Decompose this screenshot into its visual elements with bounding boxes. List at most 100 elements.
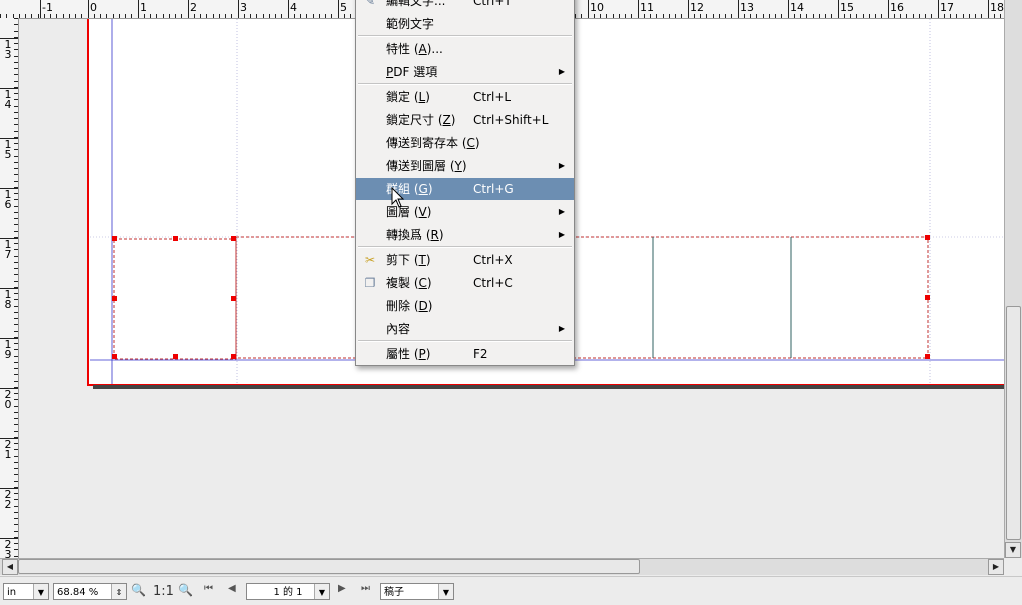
ruler-minor-tick	[944, 14, 945, 18]
ruler-minor-tick	[906, 14, 907, 18]
ruler-label: 15	[840, 1, 854, 14]
zoom-in-icon[interactable]: 🔍	[178, 583, 193, 597]
ruler-minor-tick	[150, 14, 151, 18]
ruler-minor-tick	[14, 212, 18, 213]
ruler-minor-tick	[919, 14, 920, 18]
ruler-label: 13	[740, 1, 754, 14]
ruler-minor-tick	[675, 14, 676, 18]
previous-page-icon[interactable]: ◀	[228, 583, 236, 594]
menu-item-label: 屬性 (P)	[386, 347, 431, 361]
submenu-arrow-icon: ▶	[558, 230, 565, 239]
ruler-minor-tick	[14, 174, 18, 175]
menu-item-label: 鎖定尺寸 (Z)	[386, 113, 456, 127]
menu-item-label: 傳送到寄存本 (C)	[386, 136, 480, 150]
menu-item[interactable]: 屬性 (P) F2	[356, 343, 574, 365]
status-bar: in ▼ 68.84 % ⇕ 🔍 1:1 🔍 ⏮ ◀ 1 的 1 ▼ ▶ ⏭ 稿…	[0, 576, 1022, 605]
ruler-minor-tick	[288, 14, 289, 18]
ruler-label: 17	[4, 238, 12, 261]
ruler-minor-tick	[50, 14, 51, 18]
ruler-minor-tick	[14, 218, 18, 219]
layer-select[interactable]: 稿子 ▼	[380, 583, 454, 600]
ruler-minor-tick	[119, 14, 120, 18]
menu-item[interactable]: 刪除 (D)	[356, 295, 574, 317]
menu-item[interactable]: 鎖定尺寸 (Z) Ctrl+Shift+L	[356, 109, 574, 131]
ruler-minor-tick	[188, 14, 189, 18]
ruler-minor-tick	[938, 14, 939, 18]
vertical-scroll-thumb[interactable]	[1006, 306, 1021, 540]
ruler-minor-tick	[14, 93, 18, 94]
ruler-minor-tick	[14, 31, 18, 32]
menu-item[interactable]: 圖層 (V) ▶	[356, 201, 574, 223]
ruler-minor-tick	[44, 14, 45, 18]
ruler-minor-tick	[900, 14, 901, 18]
ruler-minor-tick	[14, 374, 18, 375]
ruler-minor-tick	[756, 14, 757, 18]
ruler-minor-tick	[238, 14, 239, 18]
scroll-right-arrow-icon[interactable]: ▶	[988, 559, 1004, 575]
ruler-label: 15	[4, 138, 12, 161]
ruler-minor-tick	[956, 14, 957, 18]
zoom-input[interactable]: 68.84 % ⇕	[53, 583, 127, 600]
menu-item[interactable]: 鎖定 (L) Ctrl+L	[356, 86, 574, 108]
ruler-label: 11	[640, 1, 654, 14]
menu-item[interactable]: ❐ 複製 (C) Ctrl+C	[356, 272, 574, 294]
ruler-minor-tick	[869, 14, 870, 18]
menu-item[interactable]: PDF 選項 ▶	[356, 61, 574, 83]
ruler-minor-tick	[14, 412, 18, 413]
ruler-minor-tick	[725, 14, 726, 18]
menu-item[interactable]: 特性 (A)...	[356, 38, 574, 60]
menu-item[interactable]: ✎ 編輯文字... Ctrl+T	[356, 0, 574, 12]
next-page-icon[interactable]: ▶	[338, 583, 346, 594]
ruler-minor-tick	[14, 337, 18, 338]
ruler-minor-tick	[631, 14, 632, 18]
ruler-minor-tick	[850, 14, 851, 18]
ruler-minor-tick	[950, 14, 951, 18]
first-page-icon[interactable]: ⏮	[204, 583, 213, 594]
scroll-down-arrow-icon[interactable]: ▼	[1005, 542, 1021, 558]
horizontal-scroll-thumb[interactable]	[18, 559, 640, 574]
ruler-minor-tick	[281, 14, 282, 18]
context-menu: ✎ 編輯文字... Ctrl+T 範例文字特性 (A)... PDF 選項 ▶ 鎖定 (L)…	[355, 0, 575, 366]
ruler-minor-tick	[14, 137, 18, 138]
menu-item[interactable]: 傳送到寄存本 (C)	[356, 132, 574, 154]
unit-select[interactable]: in ▼	[3, 583, 49, 600]
menu-item[interactable]: 傳送到圖層 (Y) ▶	[356, 155, 574, 177]
ruler-minor-tick	[788, 14, 789, 18]
ruler-label: 10	[590, 1, 604, 14]
zoom-reset-button[interactable]: 1:1	[153, 584, 174, 599]
menu-item[interactable]: ✂ 剪下 (T) Ctrl+X	[356, 249, 574, 271]
ruler-minor-tick	[14, 106, 18, 107]
ruler-minor-tick	[969, 14, 970, 18]
ruler-minor-tick	[69, 14, 70, 18]
ruler-minor-tick	[14, 49, 18, 50]
ruler-minor-tick	[14, 343, 18, 344]
menu-item[interactable]: 內容 ▶	[356, 318, 574, 340]
ruler-minor-tick	[14, 162, 18, 163]
menu-item-shortcut: Ctrl+X	[473, 253, 513, 267]
ruler-minor-tick	[14, 518, 18, 519]
ruler-label: 16	[4, 188, 12, 211]
zoom-out-icon[interactable]: 🔍	[131, 583, 146, 597]
menu-separator	[358, 340, 572, 342]
ruler-minor-tick	[338, 14, 339, 18]
menu-item[interactable]: 轉換爲 (R) ▶	[356, 224, 574, 246]
scroll-left-arrow-icon[interactable]: ◀	[2, 559, 18, 575]
ruler-label: 18	[990, 1, 1004, 14]
menu-item[interactable]: 範例文字	[356, 13, 574, 35]
menu-item-shortcut: Ctrl+G	[473, 182, 514, 196]
selection-handle	[112, 296, 117, 301]
ruler-minor-tick	[819, 14, 820, 18]
ruler-minor-tick	[313, 14, 314, 18]
vertical-ruler[interactable]: 13 14 15 16 17 18 19 20 21 22 23	[0, 18, 19, 558]
last-page-icon[interactable]: ⏭	[361, 583, 370, 594]
selection-handle	[112, 354, 117, 359]
menu-item[interactable]: 群組 (G) Ctrl+G	[356, 178, 574, 200]
selection-handle	[173, 236, 178, 241]
ruler-minor-tick	[14, 499, 18, 500]
page-select[interactable]: 1 的 1 ▼	[246, 583, 330, 600]
ruler-minor-tick	[14, 149, 18, 150]
ruler-minor-tick	[14, 156, 18, 157]
unit-value: in	[7, 587, 17, 598]
ruler-label: 17	[940, 1, 954, 14]
ruler-minor-tick	[625, 14, 626, 18]
